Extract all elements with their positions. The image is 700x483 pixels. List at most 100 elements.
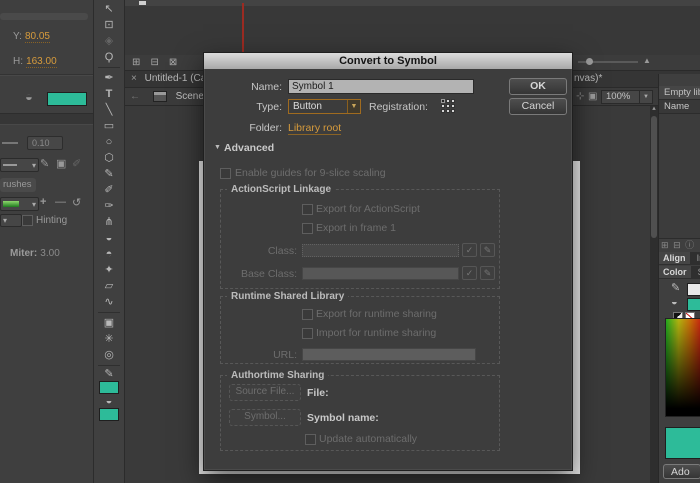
- edit-stroke-style-icon[interactable]: ✎: [40, 157, 49, 170]
- registration-point[interactable]: [446, 109, 450, 113]
- registration-point[interactable]: [446, 99, 450, 103]
- hinting-checkbox[interactable]: [22, 215, 33, 226]
- update-automatically-checkbox[interactable]: [305, 434, 316, 445]
- 3d-rotation-tool-icon[interactable]: ◈: [94, 33, 124, 49]
- export-in-frame-checkbox[interactable]: [302, 223, 313, 234]
- miter-value[interactable]: 3.00: [40, 248, 59, 259]
- registration-point[interactable]: [441, 104, 445, 108]
- text-tool-icon[interactable]: T: [94, 86, 124, 102]
- registration-grid[interactable]: [441, 99, 455, 113]
- new-folder-icon[interactable]: ⊟: [150, 55, 158, 70]
- registration-point[interactable]: [451, 104, 455, 108]
- layer-stack-icon[interactable]: ▣: [56, 157, 66, 170]
- import-runtime-checkbox[interactable]: [302, 328, 313, 339]
- playhead[interactable]: [242, 3, 244, 55]
- width-tool-icon[interactable]: ∿: [94, 294, 124, 310]
- paint-bucket-tool-icon[interactable]: ◒: [94, 230, 124, 246]
- library-properties-icon[interactable]: ⓘ: [685, 240, 694, 250]
- stroke-style-dropdown[interactable]: ▾: [0, 158, 39, 172]
- library-panel-title[interactable]: Empty libra: [659, 86, 700, 100]
- validate-class-button[interactable]: ✓: [462, 243, 477, 257]
- registration-point[interactable]: [446, 104, 450, 108]
- hand-tool-icon[interactable]: ✳: [94, 331, 124, 347]
- color-picker-gradient[interactable]: [665, 318, 700, 417]
- registration-point[interactable]: [451, 99, 455, 103]
- edit-base-class-button[interactable]: ✎: [480, 266, 495, 280]
- ok-button[interactable]: OK: [509, 78, 567, 95]
- cancel-button[interactable]: Cancel: [509, 98, 567, 115]
- line-tool-icon[interactable]: ╲: [94, 102, 124, 118]
- edit-class-button[interactable]: ✎: [480, 243, 495, 257]
- tab-close-icon[interactable]: ×: [131, 73, 137, 84]
- fill-color-icon[interactable]: ◒: [94, 395, 124, 407]
- library-name-column-header[interactable]: Name: [659, 100, 700, 114]
- free-transform-tool-icon[interactable]: ⊡: [94, 17, 124, 33]
- stroke-color-swatch[interactable]: [99, 381, 119, 394]
- stroke-gradient-dropdown[interactable]: ▾: [0, 197, 39, 211]
- tab-color[interactable]: Color: [659, 266, 691, 278]
- validate-base-class-button[interactable]: ✓: [462, 266, 477, 280]
- tab-align[interactable]: Align: [659, 252, 690, 264]
- camera-tool-icon[interactable]: ▣: [94, 315, 124, 331]
- url-input[interactable]: [302, 348, 476, 361]
- fill-color-swatch[interactable]: [99, 408, 119, 421]
- eraser-tool-icon[interactable]: ▱: [94, 278, 124, 294]
- stage-zoom-dropdown[interactable]: 100% ▼: [601, 90, 653, 104]
- library-new-folder-icon[interactable]: ⊟: [673, 240, 681, 250]
- color-stroke-icon[interactable]: ✎: [671, 281, 680, 294]
- panel-divider-handle[interactable]: [0, 13, 88, 20]
- selection-tool-icon[interactable]: ↖: [94, 1, 124, 17]
- registration-point[interactable]: [451, 109, 455, 113]
- ink-bottle-tool-icon[interactable]: ◓: [94, 246, 124, 262]
- oval-tool-icon[interactable]: ○: [94, 134, 124, 150]
- lasso-tool-icon[interactable]: Ϙ: [94, 49, 124, 65]
- tab-swatches[interactable]: Sw: [694, 266, 700, 278]
- reset-icon[interactable]: ↺: [72, 196, 81, 209]
- tab-info[interactable]: In: [693, 252, 700, 264]
- polystar-tool-icon[interactable]: ⬡: [94, 150, 124, 166]
- fill-color-bucket-icon[interactable]: ◒: [25, 89, 33, 104]
- scrollbar-thumb[interactable]: [651, 116, 657, 238]
- advanced-disclosure[interactable]: ▼ Advanced: [214, 142, 274, 154]
- remove-icon[interactable]: —: [55, 196, 66, 208]
- symbol-button[interactable]: Symbol...: [229, 409, 301, 426]
- pencil-tool-icon[interactable]: ✎: [94, 166, 124, 182]
- y-value[interactable]: 80.05: [25, 31, 50, 43]
- pen-tool-icon[interactable]: ✒: [94, 70, 124, 86]
- timeline-zoom-slider[interactable]: [578, 61, 638, 63]
- timeline-frame-ruler[interactable]: [125, 0, 700, 6]
- delete-layer-icon[interactable]: ⊠: [169, 55, 177, 70]
- nine-slice-checkbox[interactable]: [220, 168, 231, 179]
- dialog-title-bar[interactable]: Convert to Symbol: [204, 53, 572, 69]
- color-preview-swatch[interactable]: [665, 427, 700, 459]
- new-symbol-icon[interactable]: ⊞: [661, 240, 669, 250]
- brushes-button[interactable]: rushes: [0, 178, 36, 192]
- color-stroke-swatch[interactable]: [687, 283, 700, 296]
- h-value[interactable]: 163.00: [26, 56, 57, 68]
- fill-color-swatch[interactable]: [47, 92, 87, 106]
- paint-brush-tool-icon[interactable]: ✑: [94, 198, 124, 214]
- symbol-type-dropdown[interactable]: Button ▼: [288, 99, 361, 114]
- new-layer-icon[interactable]: ⊞: [132, 55, 140, 70]
- class-input[interactable]: [302, 244, 459, 257]
- base-class-input[interactable]: [302, 267, 459, 280]
- stroke-color-icon[interactable]: ✎: [94, 368, 124, 380]
- folder-link[interactable]: Library root: [288, 122, 341, 135]
- color-fill-icon[interactable]: ◒: [671, 296, 678, 308]
- bone-tool-icon[interactable]: ⋔: [94, 214, 124, 230]
- eyedropper-tool-icon[interactable]: ✦: [94, 262, 124, 278]
- slider-knob[interactable]: [586, 58, 593, 65]
- stroke-slider[interactable]: [2, 142, 18, 144]
- export-for-actionscript-checkbox[interactable]: [302, 204, 313, 215]
- export-runtime-checkbox[interactable]: [302, 309, 313, 320]
- stroke-height-field[interactable]: 0.10: [27, 136, 63, 150]
- add-icon[interactable]: +: [40, 196, 46, 208]
- cap-style-dropdown[interactable]: ▾: [0, 214, 22, 227]
- scroll-up-arrow-icon[interactable]: ▴: [650, 104, 658, 112]
- registration-point[interactable]: [441, 109, 445, 113]
- stage-vertical-scrollbar[interactable]: ▴: [650, 106, 658, 483]
- zoom-tool-icon[interactable]: ◎: [94, 347, 124, 363]
- color-fill-swatch[interactable]: [687, 298, 700, 311]
- edit-scene-icon[interactable]: ⊹: [576, 88, 584, 105]
- source-file-button[interactable]: Source File...: [229, 384, 301, 401]
